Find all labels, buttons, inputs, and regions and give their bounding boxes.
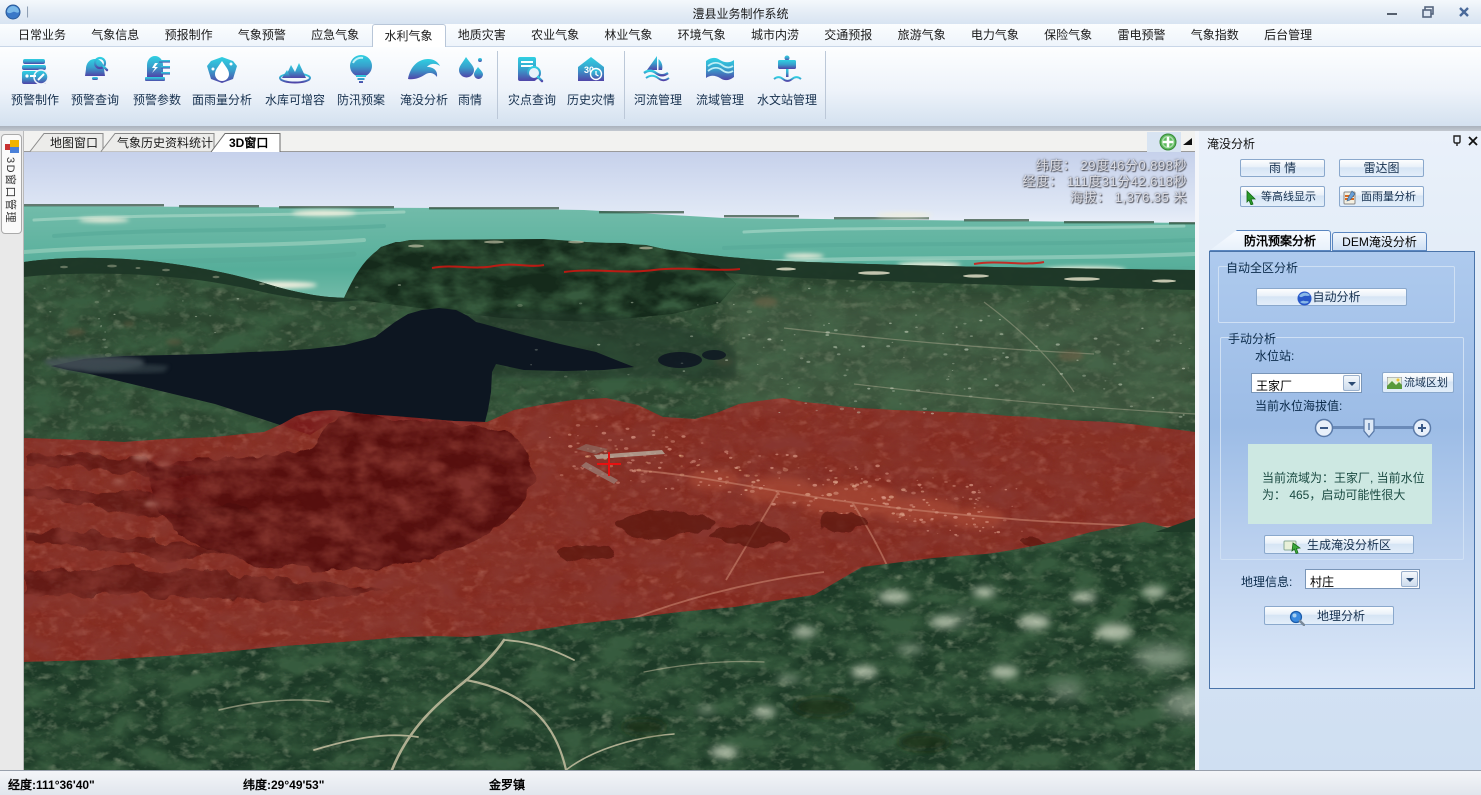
- svg-text:地图窗口: 地图窗口: [50, 136, 98, 150]
- svg-text:3D窗口: 3D窗口: [229, 135, 268, 150]
- svg-text:气象历史资料统计: 气象历史资料统计: [117, 135, 213, 150]
